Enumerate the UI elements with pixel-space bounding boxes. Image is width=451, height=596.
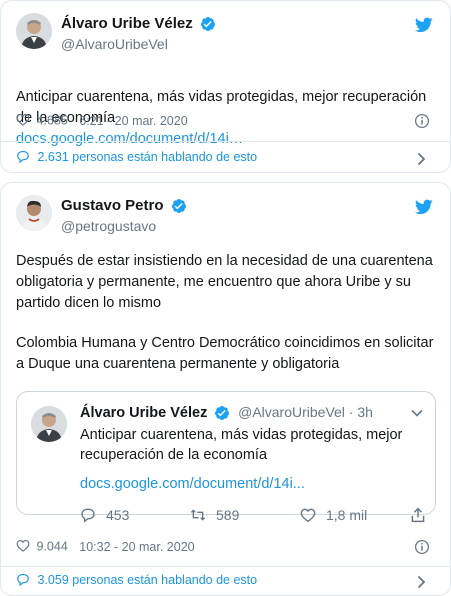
quoted-text: Anticipar cuarentena, más vidas protegid… bbox=[80, 427, 403, 463]
like-action[interactable]: 1,8 mil bbox=[300, 505, 367, 525]
conversation-link[interactable]: 2.631 personas están hablando de esto bbox=[16, 150, 436, 170]
retweet-count: 589 bbox=[216, 507, 240, 523]
reply-bubble-icon bbox=[17, 150, 29, 163]
quoted-link[interactable]: docs.google.com/document/d/14i... bbox=[80, 476, 305, 492]
heart-icon[interactable] bbox=[16, 539, 30, 552]
chevron-right-icon[interactable] bbox=[417, 152, 426, 166]
info-icon[interactable] bbox=[414, 113, 430, 129]
timestamp[interactable]: 6:21 - 20 mar. 2020 bbox=[79, 114, 187, 128]
tweet-link[interactable]: docs.google.com/document/d/14i… bbox=[16, 131, 243, 147]
verified-badge-icon bbox=[215, 406, 230, 421]
reply-count: 453 bbox=[106, 507, 130, 523]
reply-action[interactable]: 453 bbox=[80, 505, 129, 525]
like-count: 1,8 mil bbox=[326, 507, 368, 523]
info-icon[interactable] bbox=[414, 539, 430, 555]
quoted-handle-time[interactable]: @AlvaroUribeVel · 3h bbox=[238, 404, 373, 420]
avatar[interactable] bbox=[31, 406, 67, 442]
tweet-card-petro[interactable]: Gustavo Petro @petrogustavo Después de e… bbox=[0, 182, 451, 596]
author-handle[interactable]: @petrogustavo bbox=[61, 218, 187, 234]
tweet-header: Álvaro Uribe Vélez @AlvaroUribeVel bbox=[16, 13, 438, 57]
heart-icon[interactable] bbox=[16, 113, 30, 126]
verified-badge-icon bbox=[171, 198, 186, 213]
divider bbox=[1, 566, 450, 567]
tweet-card-uribe[interactable]: Álvaro Uribe Vélez @AlvaroUribeVel Antic… bbox=[0, 0, 451, 173]
twitter-logo-icon[interactable] bbox=[415, 199, 433, 215]
retweet-action[interactable]: 589 bbox=[190, 505, 239, 525]
verified-badge-icon bbox=[201, 16, 216, 31]
reply-bubble-icon bbox=[17, 573, 29, 586]
timestamp[interactable]: 10:32 - 20 mar. 2020 bbox=[79, 540, 194, 554]
quoted-tweet[interactable]: Álvaro Uribe Vélez @AlvaroUribeVel · 3h … bbox=[16, 391, 436, 523]
tweet-meta: 4.685 6:21 - 20 mar. 2020 bbox=[16, 113, 436, 133]
conversation-count[interactable]: 2.631 personas están hablando de esto bbox=[37, 150, 257, 164]
like-count[interactable]: 9.044 bbox=[36, 540, 67, 554]
like-count[interactable]: 4.685 bbox=[36, 114, 67, 128]
tweet-text: Anticipar cuarentena, más vidas protegid… bbox=[16, 66, 436, 150]
reply-icon bbox=[81, 508, 95, 523]
tweet-paragraph-1: Después de estar insistiendo en la neces… bbox=[16, 253, 433, 311]
tweet-header: Gustavo Petro @petrogustavo bbox=[16, 195, 438, 239]
conversation-count[interactable]: 3.059 personas están hablando de esto bbox=[37, 573, 257, 587]
share-action[interactable] bbox=[410, 505, 436, 525]
avatar[interactable] bbox=[16, 13, 52, 49]
quoted-header: Álvaro Uribe Vélez @AlvaroUribeVel · 3h bbox=[80, 404, 425, 421]
conversation-link[interactable]: 3.059 personas están hablando de esto bbox=[16, 573, 436, 593]
author-name[interactable]: Álvaro Uribe Vélez bbox=[61, 15, 193, 32]
tweet-meta: 9.044 10:32 - 20 mar. 2020 bbox=[16, 539, 436, 559]
twitter-logo-icon[interactable] bbox=[415, 17, 433, 33]
tweet-paragraph-2: Colombia Humana y Centro Democrático coi… bbox=[16, 335, 434, 372]
quoted-author-name[interactable]: Álvaro Uribe Vélez bbox=[80, 405, 207, 421]
chevron-down-icon[interactable] bbox=[411, 409, 423, 417]
author-handle[interactable]: @AlvaroUribeVel bbox=[61, 36, 216, 52]
share-icon bbox=[411, 507, 425, 523]
avatar[interactable] bbox=[16, 195, 52, 231]
quoted-actions: 453 589 1,8 mil bbox=[80, 505, 425, 525]
author-name[interactable]: Gustavo Petro bbox=[61, 197, 164, 214]
divider bbox=[1, 141, 450, 142]
retweet-icon bbox=[190, 509, 206, 521]
heart-icon bbox=[300, 508, 316, 523]
chevron-right-icon[interactable] bbox=[417, 575, 426, 589]
